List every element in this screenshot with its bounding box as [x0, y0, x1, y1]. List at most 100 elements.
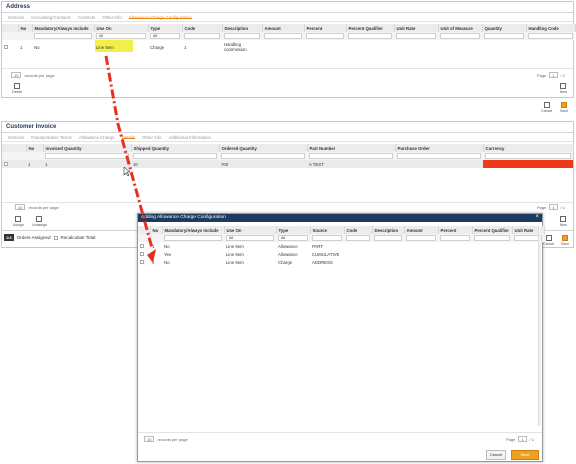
filter-mandatory[interactable] [164, 235, 222, 241]
filter-invoiced[interactable] [45, 153, 129, 159]
filter-description[interactable] [374, 235, 402, 241]
modal-cancel-button[interactable]: Cancel [486, 450, 506, 460]
tab-transportation-terms[interactable]: Transportation Terms [31, 135, 72, 140]
col-amount[interactable]: Amount [404, 226, 439, 234]
col-code[interactable]: Code [182, 24, 223, 32]
col-unit-rate[interactable]: Unit Rate [394, 24, 439, 32]
filter-percent[interactable] [440, 235, 470, 241]
filter-description[interactable] [224, 33, 260, 39]
col-unit-of-measure[interactable]: Unit of Measure [438, 24, 483, 32]
tab-allowance-charge-configuration[interactable]: Allowance Charge Configuration [128, 15, 192, 20]
filter-amount[interactable] [406, 235, 436, 241]
col-percent-qualifier[interactable]: Percent Qualifier [346, 24, 395, 32]
tab-other-info[interactable]: Other Info [142, 135, 162, 140]
filter-shipped[interactable] [133, 153, 217, 159]
row-checkbox[interactable] [140, 252, 144, 257]
tab-details[interactable]: Details [121, 135, 135, 140]
col-no[interactable]: No [26, 144, 44, 152]
col-use-on[interactable]: Use On [94, 24, 149, 32]
filter-use-on[interactable]: All [96, 33, 146, 39]
invoice-new-button[interactable]: New [560, 216, 567, 227]
filter-part-number[interactable] [309, 153, 393, 159]
assign-button[interactable]: Assign [13, 216, 24, 227]
filter-use-on[interactable]: All [226, 235, 274, 241]
col-handling-code[interactable]: Handling Code [526, 24, 576, 32]
page-select[interactable]: 1 [518, 436, 527, 442]
filter-handling-code[interactable] [528, 33, 573, 39]
col-purchase-order[interactable]: Purchase Order [395, 144, 484, 152]
filter-unit-of-measure[interactable] [440, 33, 480, 39]
recalculate-checkbox[interactable] [53, 235, 58, 240]
table-row[interactable]: 2 Yes Line Item Allowance CUMULATIVE [138, 250, 544, 258]
col-code[interactable]: Code [344, 226, 373, 234]
tab-contacts[interactable]: Contacts [78, 15, 95, 20]
table-row[interactable]: 1 No Line Item Charge 1 Handling commiss… [2, 40, 575, 54]
col-description[interactable]: Description [222, 24, 263, 32]
filter-percent-qualifier[interactable] [474, 235, 510, 241]
new-button[interactable]: New [560, 83, 567, 94]
per-page-select[interactable]: 10 [144, 436, 155, 442]
col-mandatory[interactable]: Mandatory/Always Include [162, 226, 225, 234]
filter-quantity[interactable] [484, 33, 524, 39]
page-select[interactable]: 1 [549, 72, 558, 78]
col-type[interactable]: Type [276, 226, 311, 234]
unassign-button[interactable]: Unassign [32, 216, 47, 227]
col-use-on[interactable]: Use On [224, 226, 277, 234]
col-mandatory[interactable]: Mandatory/Always Include [32, 24, 95, 32]
invoice-cancel-button[interactable]: Cancel [543, 235, 554, 246]
filter-type[interactable]: All [150, 33, 180, 39]
filter-currency[interactable] [485, 153, 571, 159]
table-row[interactable]: 1 No Line Item Allowance PART [138, 242, 544, 250]
col-percent[interactable]: Percent [304, 24, 347, 32]
page-select[interactable]: 1 [549, 204, 558, 210]
invoice-save-button[interactable]: Save [561, 235, 569, 246]
table-row[interactable]: 3 No Line Item Charge ADDRESS [138, 258, 544, 266]
col-no[interactable]: No [18, 24, 33, 32]
mid-cancel-button[interactable]: Cancel [541, 102, 552, 113]
col-currency[interactable]: Currency [483, 144, 574, 152]
col-shipped-quantity[interactable]: Shipped Quantity [131, 144, 220, 152]
filter-percent-qualifier[interactable] [348, 33, 392, 39]
cell-use-on-wrap: Line Item [94, 40, 148, 54]
row-checkbox[interactable] [4, 45, 8, 50]
tab-allowance-charge[interactable]: Allowance Charge [79, 135, 115, 140]
col-type[interactable]: Type [148, 24, 183, 32]
col-percent[interactable]: Percent [438, 226, 473, 234]
filter-mandatory[interactable] [34, 33, 92, 39]
tab-accounting-contacts[interactable]: Accounting/Contacts [31, 15, 71, 20]
col-no[interactable]: No [150, 226, 163, 234]
col-percent-qualifier[interactable]: Percent Qualifier [472, 226, 513, 234]
col-ordered-quantity[interactable]: Ordered Quantity [219, 144, 308, 152]
cell-type: Charge [278, 259, 293, 265]
col-source[interactable]: Source [310, 226, 345, 234]
filter-percent[interactable] [306, 33, 344, 39]
filter-purchase-order[interactable] [397, 153, 481, 159]
close-icon[interactable]: × [535, 214, 539, 220]
row-checkbox[interactable] [140, 260, 144, 265]
tab-general[interactable]: General [8, 15, 24, 20]
filter-code[interactable] [346, 235, 370, 241]
col-invoiced-quantity[interactable]: Invoiced Quantity [43, 144, 132, 152]
filter-code[interactable] [184, 33, 220, 39]
row-checkbox[interactable] [140, 244, 144, 249]
filter-unit-rate[interactable] [396, 33, 436, 39]
filter-amount[interactable] [264, 33, 302, 39]
per-page-select[interactable]: 10 [11, 72, 22, 78]
col-amount[interactable]: Amount [262, 24, 305, 32]
filter-ordered[interactable] [221, 153, 305, 159]
tab-additional-information[interactable]: Additional Information [168, 135, 210, 140]
delete-button[interactable]: Delete [12, 83, 22, 94]
modal-scrollbar[interactable] [538, 226, 541, 426]
tab-other-info[interactable]: Other Info [102, 15, 122, 20]
filter-type[interactable]: All [278, 235, 308, 241]
filter-source[interactable] [312, 235, 342, 241]
per-page-select[interactable]: 10 [15, 204, 26, 210]
tab-general[interactable]: General [8, 135, 24, 140]
col-part-number[interactable]: Part Number [307, 144, 396, 152]
modal-save-button[interactable]: Save [511, 450, 539, 460]
mid-save-button[interactable]: Save [560, 102, 568, 113]
table-row[interactable]: 1 1 10 700 A TEST [2, 160, 573, 168]
col-description[interactable]: Description [372, 226, 405, 234]
row-checkbox[interactable] [4, 162, 8, 167]
col-quantity[interactable]: Quantity [482, 24, 527, 32]
